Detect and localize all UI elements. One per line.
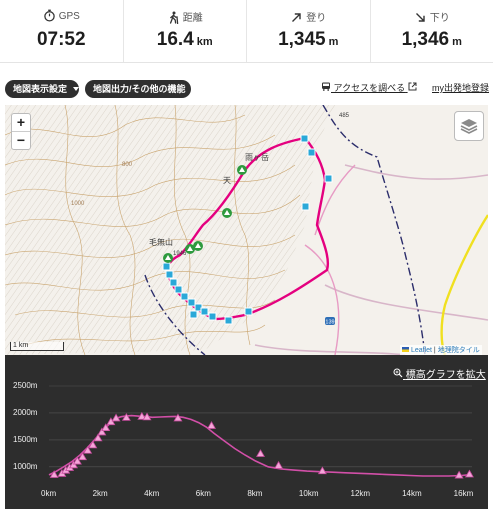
- stat-label: 下り: [429, 13, 450, 24]
- stat-unit: km: [196, 36, 213, 48]
- arrow-up-right-icon: [290, 13, 306, 24]
- map-view[interactable]: 雨ヶ岳 天 毛無山 1946 485 800 1000 139: [5, 105, 488, 355]
- stats-bar: GPS 07:52 距離 16.4 km 登り 1,345 m 下り 1,346 m: [0, 0, 493, 63]
- y-tick-label: 2500m: [13, 381, 38, 390]
- map-canvas: 雨ヶ岳 天 毛無山 1946 485 800 1000 139: [5, 105, 488, 355]
- layers-button[interactable]: [454, 111, 484, 141]
- access-search-link[interactable]: アクセスを調べる: [321, 81, 417, 94]
- map-label-elev-800: 800: [122, 162, 133, 168]
- map-label-road-485: 485: [339, 113, 350, 119]
- external-link-icon: [408, 82, 417, 93]
- expand-elevation-graph-link[interactable]: 標高グラフを拡大: [393, 366, 486, 381]
- layers-icon: [455, 119, 483, 144]
- x-tick-label: 0km: [41, 489, 57, 498]
- x-tick-label: 4km: [144, 489, 160, 498]
- x-tick-label: 2km: [92, 489, 108, 498]
- zoom-in-button[interactable]: +: [12, 114, 30, 131]
- stat-value: 1,345: [278, 29, 326, 50]
- stat-unit: m: [328, 36, 339, 48]
- map-label-peak-c: 毛無山: [149, 237, 173, 247]
- bus-icon: [321, 82, 331, 93]
- x-tick-label: 14km: [402, 489, 422, 498]
- arrow-down-right-icon: [414, 13, 430, 24]
- button-label: 地図出力/その他の機能: [93, 84, 186, 94]
- y-tick-label: 1000m: [13, 461, 38, 471]
- leaflet-link[interactable]: Leaflet: [411, 347, 432, 354]
- stat-label: GPS: [58, 11, 80, 22]
- stat-value: 16.4: [156, 29, 194, 50]
- x-tick-label: 12km: [350, 489, 371, 498]
- x-tick-label: 16km: [453, 489, 474, 498]
- stopwatch-icon: [43, 9, 59, 22]
- link-label: 標高グラフを拡大: [405, 370, 486, 381]
- zoom-in-icon: [393, 368, 403, 381]
- caret-down-icon: [73, 87, 80, 91]
- my-trailhead-register-link[interactable]: my出発地登録: [432, 81, 489, 94]
- caret-down-icon: [191, 87, 198, 91]
- x-tick-label: 10km: [298, 489, 319, 498]
- route-shield-139: 139: [325, 320, 334, 326]
- y-tick-label: 2000m: [13, 407, 38, 417]
- map-attribution: Leaflet | 地理院タイル: [400, 345, 482, 355]
- map-display-settings-button[interactable]: 地図表示設定: [5, 80, 80, 98]
- stat-label: 距離: [182, 13, 203, 24]
- stat-distance: 距離 16.4 km: [124, 0, 247, 62]
- stat-descent: 下り 1,346 m: [371, 0, 493, 62]
- map-scale: 1 km: [10, 342, 64, 351]
- stat-value: 07:52: [36, 29, 86, 50]
- stat-value: 1,346: [401, 29, 450, 50]
- x-tick-label: 8km: [247, 489, 263, 498]
- stat-label: 登り: [306, 13, 327, 24]
- hiker-icon: [167, 11, 183, 25]
- x-tick-label: 6km: [195, 489, 211, 498]
- y-tick-label: 1500m: [13, 434, 38, 444]
- zoom-control: + −: [11, 113, 31, 150]
- link-label: アクセスを調べる: [333, 83, 406, 93]
- map-output-menu-button[interactable]: 地図出力/その他の機能: [85, 80, 198, 98]
- map-label-peak-a: 雨ヶ岳: [245, 152, 269, 162]
- gsi-tiles-link[interactable]: 地理院タイル: [438, 347, 480, 354]
- button-label: 地図表示設定: [13, 84, 68, 94]
- zoom-out-button[interactable]: −: [12, 131, 30, 149]
- ukraine-flag-icon: [402, 347, 409, 352]
- stat-unit: m: [452, 36, 462, 48]
- stat-gps-time: GPS 07:52: [0, 0, 124, 62]
- stat-ascent: 登り 1,345 m: [247, 0, 371, 62]
- map-label-elev-1946: 1946: [173, 251, 187, 257]
- map-label-elev-1000: 1000: [71, 201, 85, 207]
- map-label-peak-b: 天: [223, 176, 231, 185]
